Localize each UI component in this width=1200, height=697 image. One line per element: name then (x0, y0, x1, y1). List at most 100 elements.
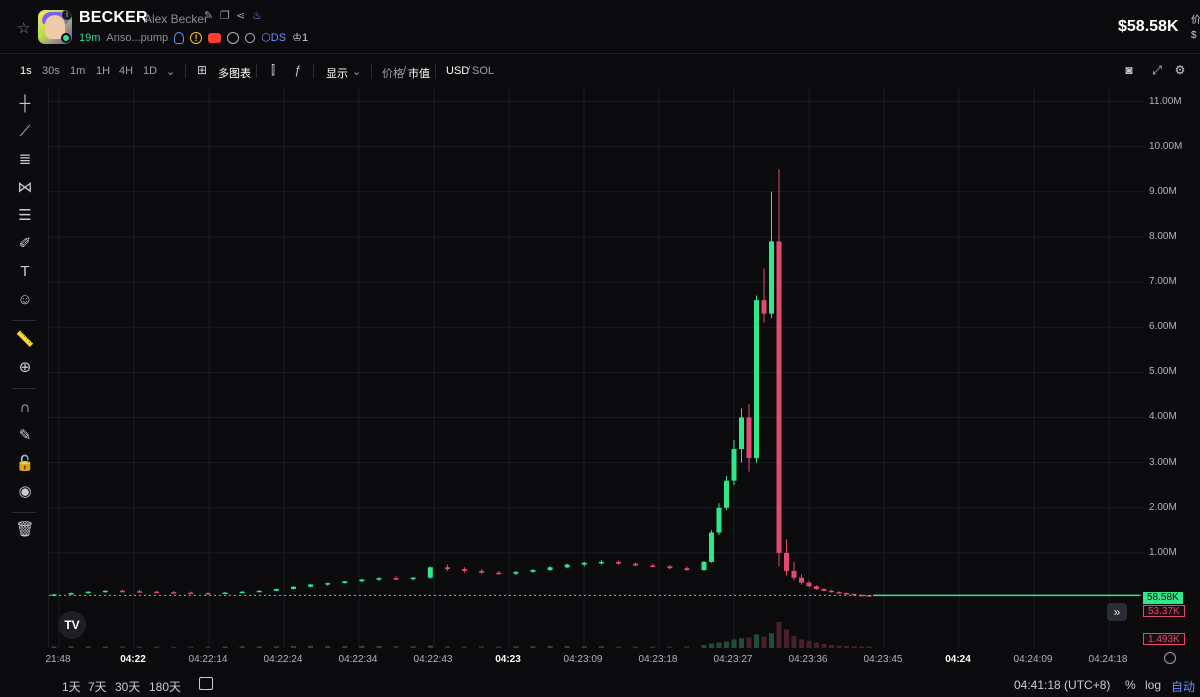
candle-body (308, 584, 314, 587)
warning-icon[interactable]: ! (190, 31, 203, 44)
auto-toggle[interactable]: 自动 (1171, 678, 1195, 695)
fib-tool-icon[interactable]: ☰ (15, 206, 35, 226)
candle-body (769, 241, 774, 314)
search-icon[interactable] (245, 32, 256, 43)
trash-icon[interactable]: 🗑 (15, 520, 35, 540)
website-icon[interactable] (227, 31, 240, 44)
share-icon[interactable]: ⋖ (236, 11, 247, 22)
timeframe-1h[interactable]: 1H (96, 65, 110, 77)
candle-body (564, 564, 570, 568)
edit-icon[interactable]: ✎ (204, 11, 215, 22)
current-time[interactable]: 04:41:18 (UTC+8) (1014, 678, 1110, 692)
multi-chart-button[interactable]: 多图表 (218, 65, 251, 81)
percent-toggle[interactable]: % (1125, 678, 1136, 692)
timeframe-4h[interactable]: 4H (119, 65, 133, 77)
volume-bar (746, 637, 752, 648)
candle-body (427, 567, 433, 578)
crown-icon[interactable]: ♔1 (292, 31, 308, 44)
x-tick-label: 04:22:43 (413, 654, 453, 665)
candle-type-icon[interactable]: ⫿ (266, 63, 280, 77)
volume-bar (761, 636, 767, 648)
candle-body (290, 586, 296, 589)
trendline-icon[interactable]: ⟋ (15, 122, 35, 142)
favorite-star-icon[interactable]: ☆ (17, 19, 30, 37)
emoji-icon[interactable]: ☺ (15, 290, 35, 310)
indicators-fx-icon[interactable]: ƒ (291, 63, 305, 77)
current-mcap-label: 58.58K (1143, 592, 1183, 604)
volume-bar (427, 645, 433, 648)
price-toggle[interactable]: 价格 (382, 65, 404, 81)
candle-body (844, 593, 849, 595)
volume-bar (684, 646, 690, 648)
y-tick-label: 11.00M (1149, 95, 1182, 107)
ds-tag[interactable]: ⬡DS (261, 31, 286, 44)
display-chevron-icon[interactable]: ⌄ (352, 65, 361, 78)
visibility-eye-icon[interactable]: ◉ (15, 482, 35, 502)
pattern-icon[interactable]: ⋈ (15, 178, 35, 198)
camera-icon[interactable]: ◙ (1122, 63, 1136, 77)
x-axis[interactable]: 21:48 04:22 04:22:14 04:22:24 04:22:34 04:22:… (45, 649, 1143, 669)
y-tick-label: 2.00M (1149, 501, 1177, 513)
sol-toggle[interactable]: SOL (472, 65, 494, 77)
range-7d[interactable]: 7天 (88, 678, 107, 695)
mcap-toggle[interactable]: 市值 (408, 65, 430, 81)
creator-address[interactable]: Anso...pump (106, 32, 168, 44)
info-badge-icon[interactable]: i (61, 10, 72, 21)
add-chart-icon[interactable]: ⊞ (195, 63, 209, 77)
timeframe-1d[interactable]: 1D (143, 65, 157, 77)
fullscreen-icon[interactable]: ⤢ (1150, 63, 1164, 77)
scroll-to-latest-button[interactable]: » (1107, 603, 1127, 621)
youtube-icon[interactable] (208, 32, 222, 43)
candle-body (814, 586, 819, 589)
zoom-in-icon[interactable]: ⊕ (15, 358, 35, 378)
lock-icon[interactable]: 🔓 (15, 454, 35, 474)
x-tick-label: 04:22 (120, 654, 146, 665)
price-chart[interactable] (48, 88, 1144, 648)
x-tick-label: 04:23:09 (563, 654, 603, 665)
log-toggle[interactable]: log (1145, 678, 1161, 692)
display-menu-button[interactable]: 显示 (326, 65, 348, 81)
volume-bar (376, 646, 382, 648)
range-1d[interactable]: 1天 (62, 678, 81, 695)
user-icon[interactable] (174, 31, 185, 44)
timeframe-1s[interactable]: 1s (20, 65, 32, 77)
timeframe-1m[interactable]: 1m (70, 65, 85, 77)
ruler-icon[interactable]: 📏 (15, 330, 35, 350)
volume-bar (667, 646, 673, 648)
magnet-icon[interactable]: ∩ (15, 398, 35, 418)
candle-body (393, 578, 399, 580)
token-ticker: BECKER (79, 9, 148, 26)
volume-bar (102, 646, 108, 648)
volume-bar (205, 646, 211, 648)
calendar-icon[interactable] (199, 677, 213, 690)
token-avatar[interactable]: i (38, 10, 72, 44)
axis-settings-gear-icon[interactable] (1164, 652, 1176, 664)
y-axis[interactable]: 1.00M 2.00M 3.00M 4.00M 5.00M 6.00M 7.00M 8.00M… (1143, 88, 1200, 648)
candle-body (513, 571, 519, 574)
settings-gear-icon[interactable]: ⚙ (1173, 63, 1187, 77)
side-price-value: $ (1191, 30, 1197, 41)
lock-drawing-icon[interactable]: ✎ (15, 426, 35, 446)
brush-icon[interactable]: ✐ (15, 234, 35, 254)
tradingview-logo[interactable]: TV (58, 611, 86, 639)
timeframe-dropdown-chevron-icon[interactable]: ⌄ (166, 65, 175, 78)
x-tick-label: 04:23:45 (863, 654, 903, 665)
chart-canvas[interactable] (49, 88, 1144, 648)
candle-body (761, 300, 767, 314)
x-tick-label: 04:23 (495, 654, 521, 665)
candle-body (239, 591, 245, 594)
candle-body (119, 590, 125, 593)
usd-toggle[interactable]: USD (446, 65, 469, 77)
range-30d[interactable]: 30天 (115, 678, 140, 695)
copy-icon[interactable]: ❐ (220, 11, 231, 22)
volume-bar (739, 638, 744, 648)
crosshair-icon[interactable]: ┼ (15, 94, 35, 114)
timeframe-30s[interactable]: 30s (42, 65, 60, 77)
horizontal-lines-icon[interactable]: ≣ (15, 150, 35, 170)
volume-bar (799, 639, 804, 648)
candle-body (799, 577, 804, 583)
range-180d[interactable]: 180天 (149, 678, 181, 695)
text-tool-icon[interactable]: T (15, 262, 35, 282)
side-price-label: 价 (1191, 15, 1200, 26)
candle-body (342, 581, 348, 584)
